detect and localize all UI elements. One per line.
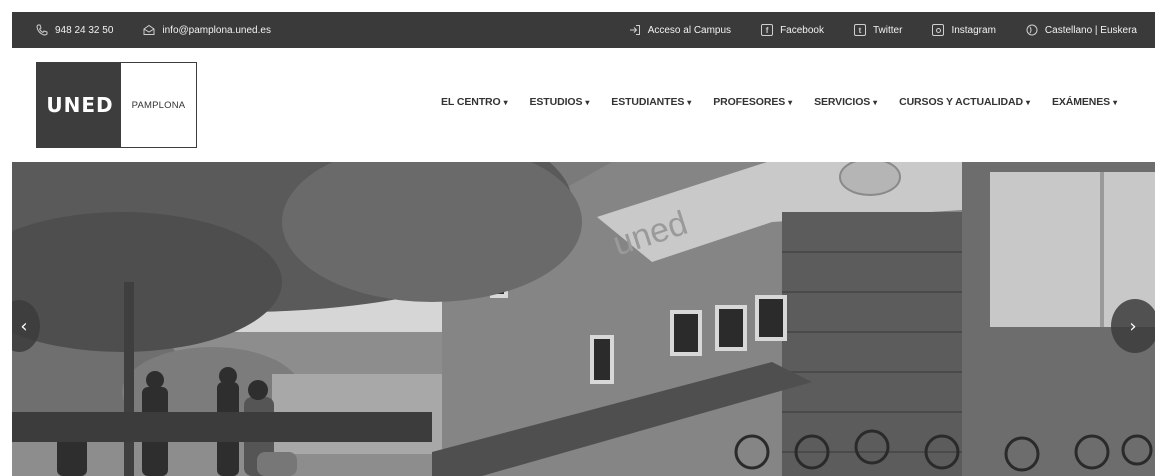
contact-group: 948 24 32 50 info@pamplona.uned.es xyxy=(12,24,271,36)
nav-item-estudios[interactable]: ESTUDIOS ▾ xyxy=(530,96,590,108)
hero-slider: uned ‹ › xyxy=(12,162,1155,476)
nav-label: EXÁMENES xyxy=(1051,96,1111,108)
globe-icon xyxy=(1026,24,1038,36)
facebook-link[interactable]: f Facebook xyxy=(761,24,824,36)
nav-label: CURSOS Y ACTUALIDAD xyxy=(899,96,1024,108)
top-utility-bar: 948 24 32 50 info@pamplona.uned.es Acces… xyxy=(12,12,1155,48)
chevron-down-icon: ▾ xyxy=(873,98,878,107)
mail-icon xyxy=(143,24,155,36)
nav-label: ESTUDIOS xyxy=(529,96,583,108)
facebook-label: Facebook xyxy=(780,24,824,36)
main-nav: EL CENTRO ▾ ESTUDIOS ▾ ESTUDIANTES ▾ PROFES… xyxy=(441,96,1117,108)
chevron-down-icon: ▾ xyxy=(585,98,590,107)
chevron-down-icon: ▾ xyxy=(1113,98,1117,107)
nav-label: EL CENTRO xyxy=(441,96,501,108)
campus-label: Acceso al Campus xyxy=(647,24,732,36)
email-address: info@pamplona.uned.es xyxy=(162,24,271,36)
chevron-down-icon: ▾ xyxy=(503,98,508,107)
email-link[interactable]: info@pamplona.uned.es xyxy=(143,24,271,36)
chevron-down-icon: ▾ xyxy=(687,98,692,107)
nav-label: SERVICIOS xyxy=(814,96,871,108)
campus-link[interactable]: Acceso al Campus xyxy=(629,24,731,36)
chevron-left-icon: ‹ xyxy=(20,315,28,337)
phone-icon xyxy=(36,24,48,36)
twitter-icon: t xyxy=(853,24,866,36)
phone-link[interactable]: 948 24 32 50 xyxy=(36,24,113,36)
instagram-link[interactable]: Instagram xyxy=(932,24,996,36)
nav-label: ESTUDIANTES xyxy=(611,96,685,108)
chevron-down-icon: ▾ xyxy=(1026,98,1030,107)
uned-logo[interactable]: UNED xyxy=(36,62,124,148)
language-label: Castellano | Euskera xyxy=(1044,24,1137,36)
nav-item-servicios[interactable]: SERVICIOS ▾ xyxy=(814,96,877,108)
facebook-icon: f xyxy=(761,24,774,36)
slider-next-button[interactable]: › xyxy=(1111,299,1155,353)
pamplona-logo-text: PAMPLONA xyxy=(131,99,186,111)
nav-item-el-centro[interactable]: EL CENTRO ▾ xyxy=(441,96,508,108)
hero-image: uned xyxy=(12,162,1155,476)
instagram-label: Instagram xyxy=(951,24,996,36)
instagram-icon xyxy=(932,24,945,36)
twitter-label: Twitter xyxy=(872,24,903,36)
twitter-link[interactable]: t Twitter xyxy=(853,24,903,36)
uned-logo-text: UNED xyxy=(46,93,114,117)
pamplona-logo[interactable]: PAMPLONA xyxy=(120,62,197,148)
chevron-down-icon: ▾ xyxy=(788,98,793,107)
site-header: UNED PAMPLONA EL CENTRO ▾ ESTUDIOS ▾ ESTUD… xyxy=(12,48,1155,162)
chevron-right-icon: › xyxy=(1129,315,1137,337)
phone-number: 948 24 32 50 xyxy=(55,24,114,36)
sign-in-icon xyxy=(629,24,641,36)
links-group: Acceso al Campus f Facebook t Twitter In… xyxy=(629,24,1155,36)
nav-item-examenes[interactable]: EXÁMENES ▾ xyxy=(1052,96,1117,108)
nav-item-profesores[interactable]: PROFESORES ▾ xyxy=(713,96,792,108)
nav-label: PROFESORES xyxy=(713,96,786,108)
language-switcher[interactable]: Castellano | Euskera xyxy=(1026,24,1137,36)
nav-item-estudiantes[interactable]: ESTUDIANTES ▾ xyxy=(611,96,691,108)
nav-item-cursos-y-actualidad[interactable]: CURSOS Y ACTUALIDAD ▾ xyxy=(899,96,1030,108)
